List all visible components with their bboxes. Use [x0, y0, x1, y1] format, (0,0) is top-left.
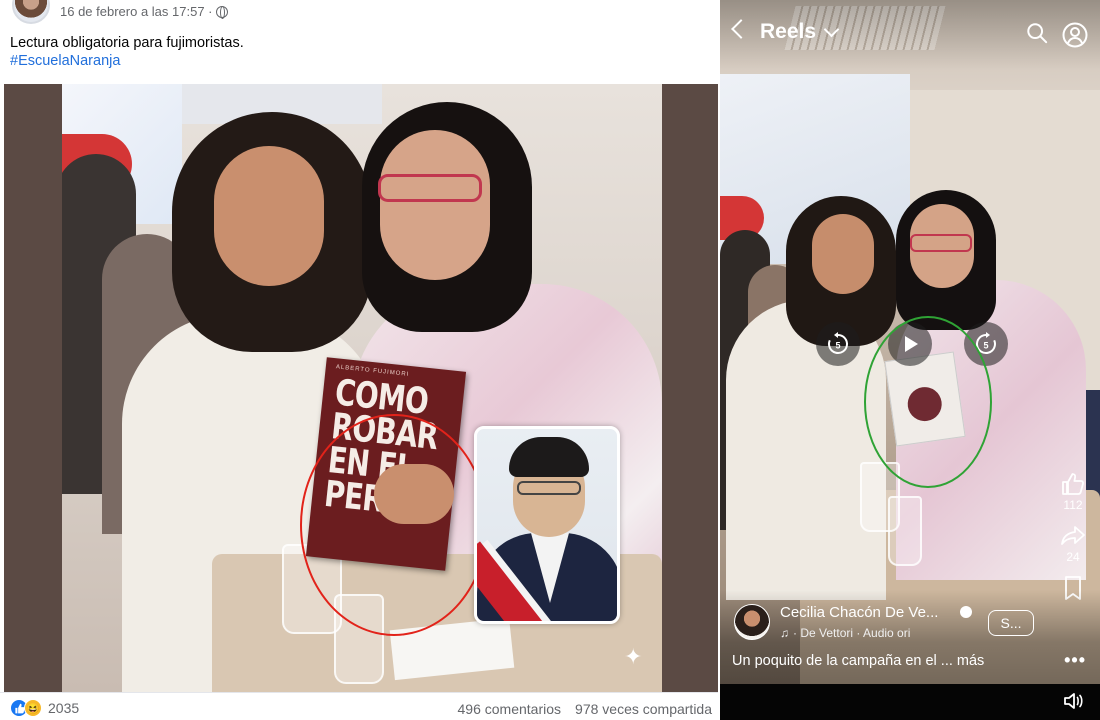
reels-topbar: Reels: [720, 0, 1100, 70]
profile-icon[interactable]: [1062, 22, 1088, 48]
like-count: 112: [1063, 498, 1083, 512]
comments-count-link[interactable]: 496 comentarios: [458, 701, 562, 717]
reels-player[interactable]: Reels 5 5 112 24 Cecilia Chacón De Ve...…: [720, 0, 1100, 720]
sparkle-icon: ✦: [624, 644, 643, 669]
reels-title[interactable]: Reels: [760, 20, 816, 44]
post-image[interactable]: ALBERTO FUJIMORI COMO ROBAR EN EL PERÚ ✦: [4, 84, 718, 692]
reactions-summary[interactable]: 😆 2035: [10, 699, 79, 717]
inset-portrait: [474, 426, 620, 624]
post-text: Lectura obligatoria para fujimoristas.: [10, 35, 244, 51]
water-glass: [888, 496, 922, 566]
reel-audio[interactable]: ♫ · De Vettori · Audio ori: [780, 626, 910, 640]
back-arrow-icon[interactable]: [731, 19, 751, 39]
share-icon: [1061, 526, 1085, 545]
post-meta: 16 de febrero a las 17:57 ·: [60, 4, 228, 19]
post-stats: 496 comentarios 978 veces compartida: [458, 701, 712, 717]
forward-seconds: 5: [983, 341, 988, 351]
rewind-icon: 5: [828, 332, 848, 354]
follow-button[interactable]: S...: [988, 610, 1034, 636]
globe-icon: [960, 606, 972, 618]
glasses: [378, 174, 482, 202]
post-timestamp[interactable]: 16 de febrero a las 17:57 ·: [60, 4, 213, 19]
share-count: 24: [1066, 550, 1080, 564]
rewind-seconds: 5: [835, 341, 840, 351]
red-highlight-circle: [300, 414, 488, 636]
like-icon: [1062, 473, 1084, 495]
reel-audio-label: · De Vettori · Audio ori: [793, 626, 911, 640]
search-icon[interactable]: [1026, 22, 1048, 44]
more-options-button[interactable]: •••: [1064, 650, 1086, 671]
share-action[interactable]: 24: [1059, 522, 1087, 564]
reel-caption[interactable]: Un poquito de la campaña en el ... más: [732, 653, 984, 669]
post-footer: 😆 2035 496 comentarios 978 veces compart…: [0, 692, 720, 720]
chevron-down-icon[interactable]: [823, 21, 840, 38]
like-action[interactable]: 112: [1059, 470, 1087, 512]
haha-icon: 😆: [24, 699, 42, 717]
globe-icon: [215, 5, 228, 19]
reels-bottom-bar: [720, 684, 1100, 720]
reel-author-avatar[interactable]: [734, 604, 770, 640]
post-hashtag-link[interactable]: #EscuelaNaranja: [10, 52, 120, 71]
volume-icon[interactable]: [1062, 690, 1084, 712]
facebook-post: 16 de febrero a las 17:57 · Lectura obli…: [0, 0, 720, 720]
author-avatar[interactable]: [12, 0, 50, 24]
shares-count-link[interactable]: 978 veces compartida: [575, 701, 712, 717]
music-note-icon: ♫: [780, 626, 789, 640]
green-highlight-circle: [864, 316, 992, 488]
reel-author-name[interactable]: Cecilia Chacón De Ve...: [780, 604, 938, 621]
rewind-5-button[interactable]: 5: [816, 322, 860, 366]
reaction-count: 2035: [48, 700, 80, 716]
